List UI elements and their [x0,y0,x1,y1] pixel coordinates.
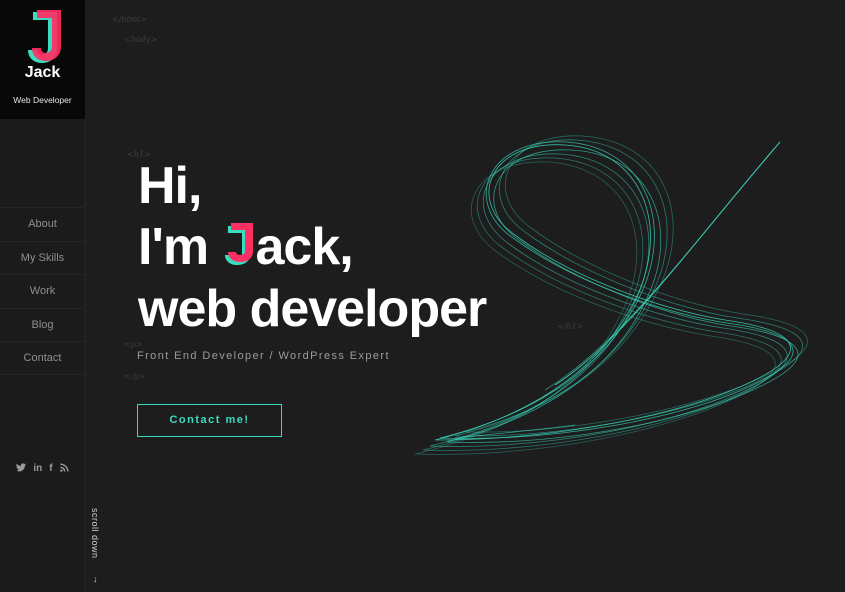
social-links: in f [0,463,85,475]
main-nav: About My Skills Work Blog Contact [0,207,85,375]
hero-ack-text: ack, [255,218,354,276]
nav-item-my-skills[interactable]: My Skills [0,240,85,275]
scroll-down[interactable]: scroll down ↓ [88,508,106,586]
nav-item-about[interactable]: About [0,207,85,241]
code-tag-p-open: <p> [124,340,143,349]
nav-item-blog[interactable]: Blog [0,307,85,342]
nav-item-contact[interactable]: Contact [0,341,85,375]
hero-im-text: I'm [138,218,222,276]
hero-line-hi: Hi, [138,157,202,215]
contact-me-button[interactable]: Contact me! [137,404,282,437]
logo-j-icon [28,10,61,63]
rss-icon[interactable] [59,463,69,475]
sidebar: Jack Web Developer About My Skills Work … [0,0,85,592]
hero-line-role: web developer [138,280,487,338]
nav-item-work[interactable]: Work [0,274,85,308]
facebook-icon[interactable]: f [49,463,52,475]
arrow-down-icon: ↓ [93,574,98,584]
twitter-icon[interactable] [16,463,27,475]
logo[interactable]: Jack Web Developer [0,0,85,119]
hero-line-name: I'm ack, [138,218,354,276]
code-tag-p-close: </p> [124,372,146,381]
logo-role: Web Developer [13,95,72,105]
hero-subtitle: Front End Developer / WordPress Expert [137,350,390,362]
hero-j-letter [222,221,256,265]
scroll-down-label: scroll down [90,508,100,559]
logo-name: Jack [24,64,61,81]
code-tag-html-close: </html> [112,15,147,24]
linkedin-icon[interactable]: in [33,463,42,475]
code-tag-body-open: <body> [124,35,157,44]
